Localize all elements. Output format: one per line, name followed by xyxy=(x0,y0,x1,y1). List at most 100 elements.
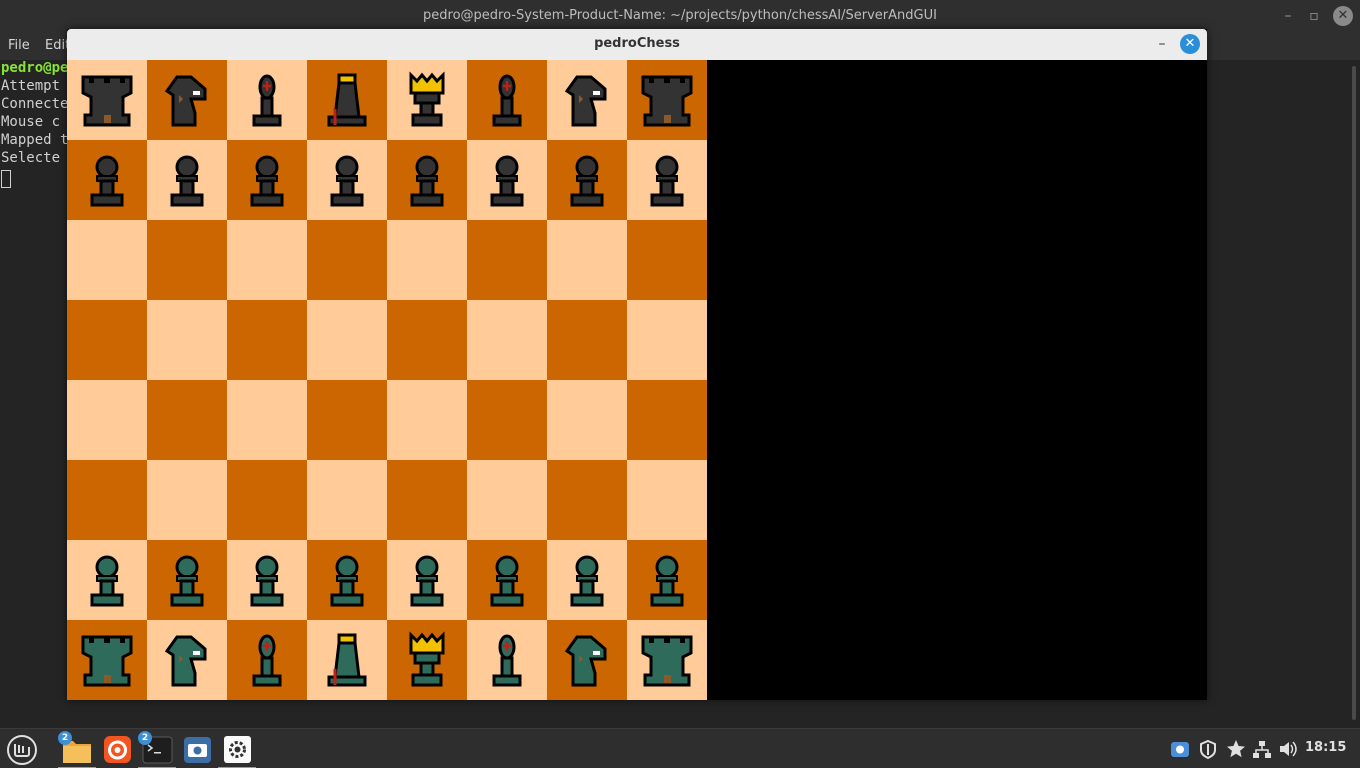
board-square[interactable] xyxy=(67,460,147,540)
board-square[interactable] xyxy=(307,620,387,700)
white-pawn-icon[interactable] xyxy=(477,546,537,612)
board-square[interactable] xyxy=(387,380,467,460)
board-square[interactable] xyxy=(547,220,627,300)
firefox-button[interactable] xyxy=(98,731,136,767)
board-square[interactable] xyxy=(227,140,307,220)
board-square[interactable] xyxy=(547,620,627,700)
chess-titlebar[interactable]: pedroChess – ✕ xyxy=(67,29,1207,60)
board-square[interactable] xyxy=(387,460,467,540)
black-pawn-icon[interactable] xyxy=(77,146,137,212)
board-square[interactable] xyxy=(67,220,147,300)
board-square[interactable] xyxy=(387,220,467,300)
board-square[interactable] xyxy=(147,380,227,460)
white-knight-icon[interactable] xyxy=(157,626,217,692)
white-knight-icon[interactable] xyxy=(557,626,617,692)
board-square[interactable] xyxy=(67,60,147,140)
white-king-icon[interactable] xyxy=(397,626,457,692)
chess-board[interactable] xyxy=(67,60,707,700)
board-square[interactable] xyxy=(147,540,227,620)
black-knight-icon[interactable] xyxy=(557,66,617,132)
board-square[interactable] xyxy=(467,220,547,300)
board-square[interactable] xyxy=(467,380,547,460)
white-rook-icon[interactable] xyxy=(637,626,697,692)
black-bishop-icon[interactable] xyxy=(237,66,297,132)
board-square[interactable] xyxy=(147,60,227,140)
board-square[interactable] xyxy=(307,540,387,620)
board-square[interactable] xyxy=(67,140,147,220)
black-knight-icon[interactable] xyxy=(157,66,217,132)
board-square[interactable] xyxy=(227,620,307,700)
black-pawn-icon[interactable] xyxy=(237,146,297,212)
board-square[interactable] xyxy=(307,60,387,140)
black-rook-icon[interactable] xyxy=(77,66,137,132)
black-pawn-icon[interactable] xyxy=(477,146,537,212)
board-square[interactable] xyxy=(547,300,627,380)
black-queen-icon[interactable] xyxy=(317,66,377,132)
board-square[interactable] xyxy=(627,220,707,300)
board-square[interactable] xyxy=(547,140,627,220)
board-square[interactable] xyxy=(467,620,547,700)
board-square[interactable] xyxy=(467,60,547,140)
black-bishop-icon[interactable] xyxy=(477,66,537,132)
minimize-button[interactable]: – xyxy=(1152,34,1172,54)
board-square[interactable] xyxy=(227,300,307,380)
board-square[interactable] xyxy=(227,540,307,620)
board-square[interactable] xyxy=(467,300,547,380)
files-button[interactable]: 2 xyxy=(58,731,96,768)
menu-file[interactable]: File xyxy=(8,38,30,53)
close-button[interactable]: ✕ xyxy=(1180,34,1200,54)
board-square[interactable] xyxy=(147,620,227,700)
terminal-minimize-button[interactable]: – xyxy=(1278,6,1298,26)
board-square[interactable] xyxy=(547,60,627,140)
terminal-scrollbar[interactable] xyxy=(1352,66,1356,720)
board-square[interactable] xyxy=(547,460,627,540)
white-pawn-icon[interactable] xyxy=(237,546,297,612)
black-pawn-icon[interactable] xyxy=(637,146,697,212)
black-pawn-icon[interactable] xyxy=(317,146,377,212)
network-icon[interactable] xyxy=(1252,739,1272,759)
white-pawn-icon[interactable] xyxy=(637,546,697,612)
screenshot-tray-icon[interactable] xyxy=(1170,739,1190,759)
black-rook-icon[interactable] xyxy=(637,66,697,132)
terminal-close-button[interactable]: ✕ xyxy=(1333,6,1353,26)
terminal-maximize-button[interactable]: ▫ xyxy=(1304,6,1324,26)
black-king-icon[interactable] xyxy=(397,66,457,132)
board-square[interactable] xyxy=(307,460,387,540)
board-square[interactable] xyxy=(147,460,227,540)
board-square[interactable] xyxy=(67,380,147,460)
board-square[interactable] xyxy=(387,300,467,380)
shield-icon[interactable] xyxy=(1198,739,1218,759)
white-pawn-icon[interactable] xyxy=(77,546,137,612)
board-square[interactable] xyxy=(227,380,307,460)
board-square[interactable] xyxy=(467,460,547,540)
board-square[interactable] xyxy=(227,220,307,300)
board-square[interactable] xyxy=(67,540,147,620)
board-square[interactable] xyxy=(627,60,707,140)
board-square[interactable] xyxy=(627,540,707,620)
settings-button[interactable] xyxy=(218,731,256,768)
board-square[interactable] xyxy=(147,220,227,300)
board-square[interactable] xyxy=(467,540,547,620)
board-square[interactable] xyxy=(307,300,387,380)
white-pawn-icon[interactable] xyxy=(397,546,457,612)
board-square[interactable] xyxy=(147,140,227,220)
white-pawn-icon[interactable] xyxy=(557,546,617,612)
board-square[interactable] xyxy=(387,620,467,700)
board-square[interactable] xyxy=(627,380,707,460)
board-square[interactable] xyxy=(627,620,707,700)
star-icon[interactable] xyxy=(1226,739,1246,759)
volume-icon[interactable] xyxy=(1278,739,1298,759)
clock[interactable]: 18:15 xyxy=(1305,740,1346,755)
screenshot-button[interactable] xyxy=(178,731,216,767)
board-square[interactable] xyxy=(307,380,387,460)
board-square[interactable] xyxy=(467,140,547,220)
board-square[interactable] xyxy=(307,140,387,220)
board-square[interactable] xyxy=(147,300,227,380)
board-square[interactable] xyxy=(387,540,467,620)
board-square[interactable] xyxy=(547,380,627,460)
board-square[interactable] xyxy=(387,140,467,220)
white-queen-icon[interactable] xyxy=(317,626,377,692)
board-square[interactable] xyxy=(547,540,627,620)
black-pawn-icon[interactable] xyxy=(557,146,617,212)
board-square[interactable] xyxy=(627,140,707,220)
